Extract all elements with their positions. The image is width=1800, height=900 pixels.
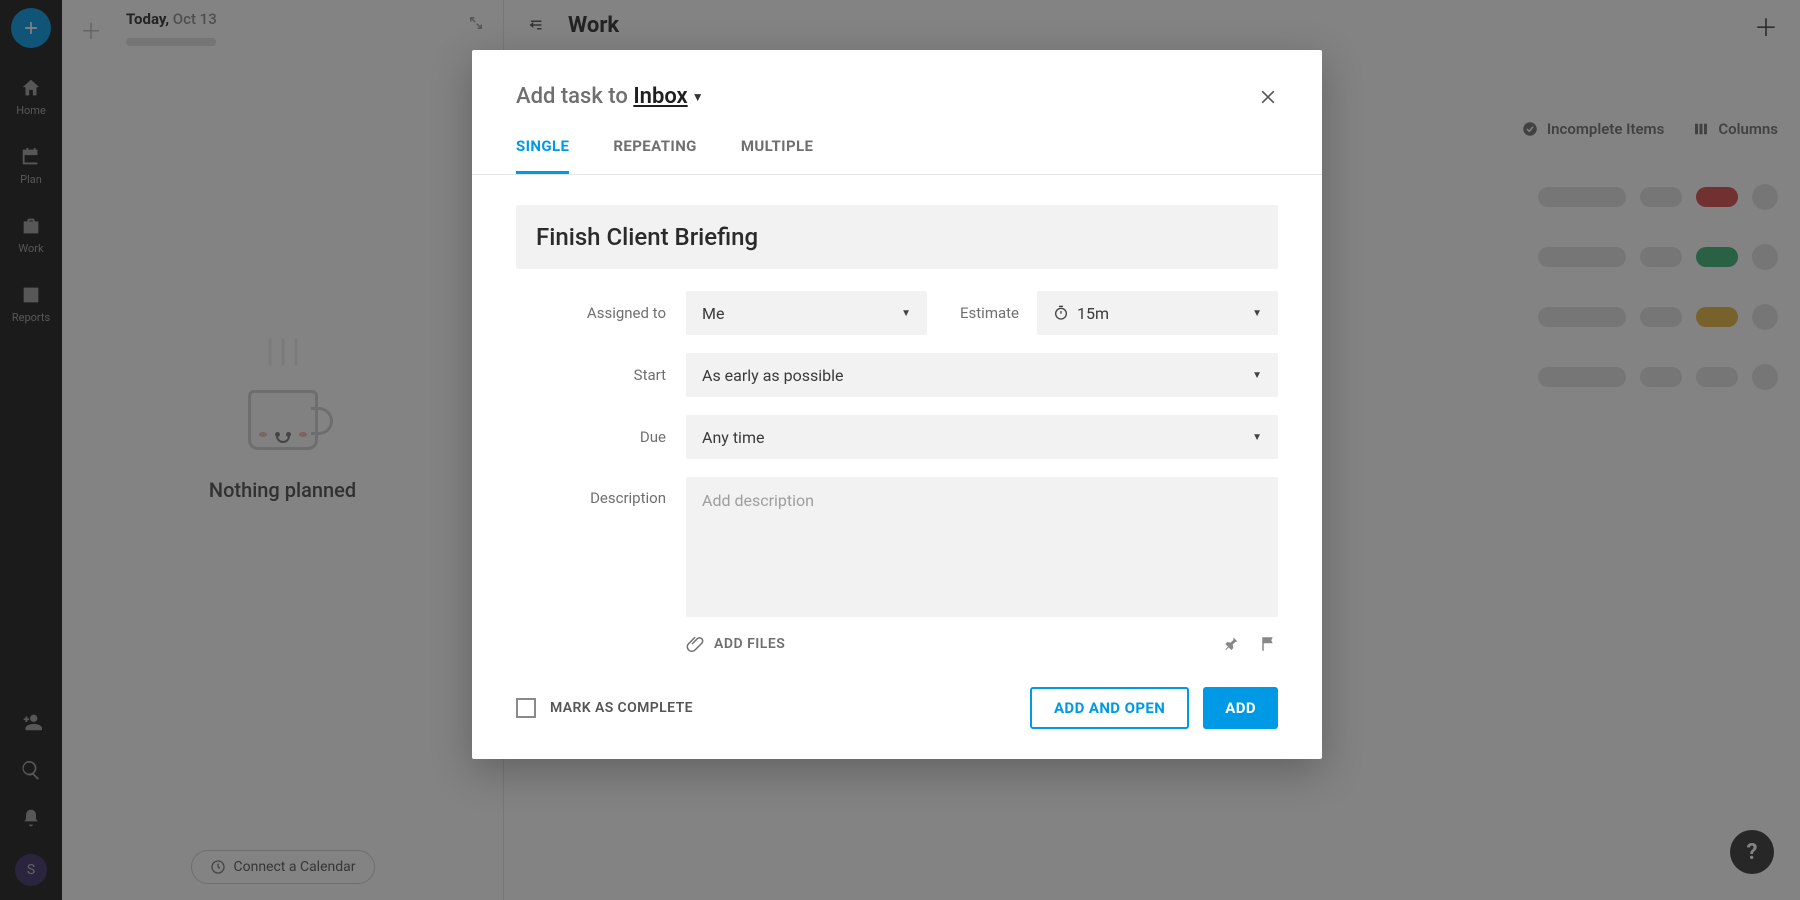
start-value: As early as possible [702,366,844,385]
estimate-select[interactable]: 15m ▼ [1037,291,1278,335]
assigned-value: Me [702,304,724,323]
assigned-select[interactable]: Me ▼ [686,291,927,335]
task-title-input[interactable] [516,205,1278,269]
start-select[interactable]: As early as possible ▼ [686,353,1278,397]
chevron-down-icon: ▼ [1252,432,1262,443]
add-files-button[interactable]: ADD FILES [686,635,785,653]
flag-icon[interactable] [1260,635,1278,653]
tab-single[interactable]: SINGLE [516,137,569,174]
description-label: Description [516,477,686,507]
start-label: Start [516,366,686,384]
mark-complete-checkbox[interactable] [516,698,536,718]
destination-link[interactable]: Inbox [633,84,687,109]
add-files-label: ADD FILES [714,636,785,652]
chevron-down-icon: ▼ [901,308,911,319]
assigned-label: Assigned to [516,304,686,322]
close-button[interactable] [1258,87,1278,107]
add-button[interactable]: ADD [1203,687,1278,729]
add-task-modal: Add task to Inbox▼ SINGLE REPEATING MULT… [472,50,1322,759]
estimate-value: 15m [1077,304,1109,323]
due-select[interactable]: Any time ▼ [686,415,1278,459]
due-label: Due [516,428,686,446]
description-placeholder: Add description [702,491,814,510]
add-and-open-button[interactable]: ADD AND OPEN [1030,687,1189,729]
description-input[interactable]: Add description [686,477,1278,617]
mark-complete-label: MARK AS COMPLETE [550,700,693,716]
tab-repeating[interactable]: REPEATING [613,137,696,174]
estimate-label: Estimate [927,304,1037,322]
timer-icon [1053,305,1069,321]
close-icon [1258,87,1278,107]
tab-multiple[interactable]: MULTIPLE [741,137,814,174]
chevron-down-icon: ▼ [1252,308,1262,319]
modal-title: Add task to Inbox▼ [516,84,704,109]
pin-icon[interactable] [1224,635,1240,653]
due-value: Any time [702,428,764,447]
chevron-down-icon[interactable]: ▼ [692,90,704,104]
paperclip-icon [686,635,704,653]
modal-tabs: SINGLE REPEATING MULTIPLE [472,109,1322,175]
chevron-down-icon: ▼ [1252,370,1262,381]
